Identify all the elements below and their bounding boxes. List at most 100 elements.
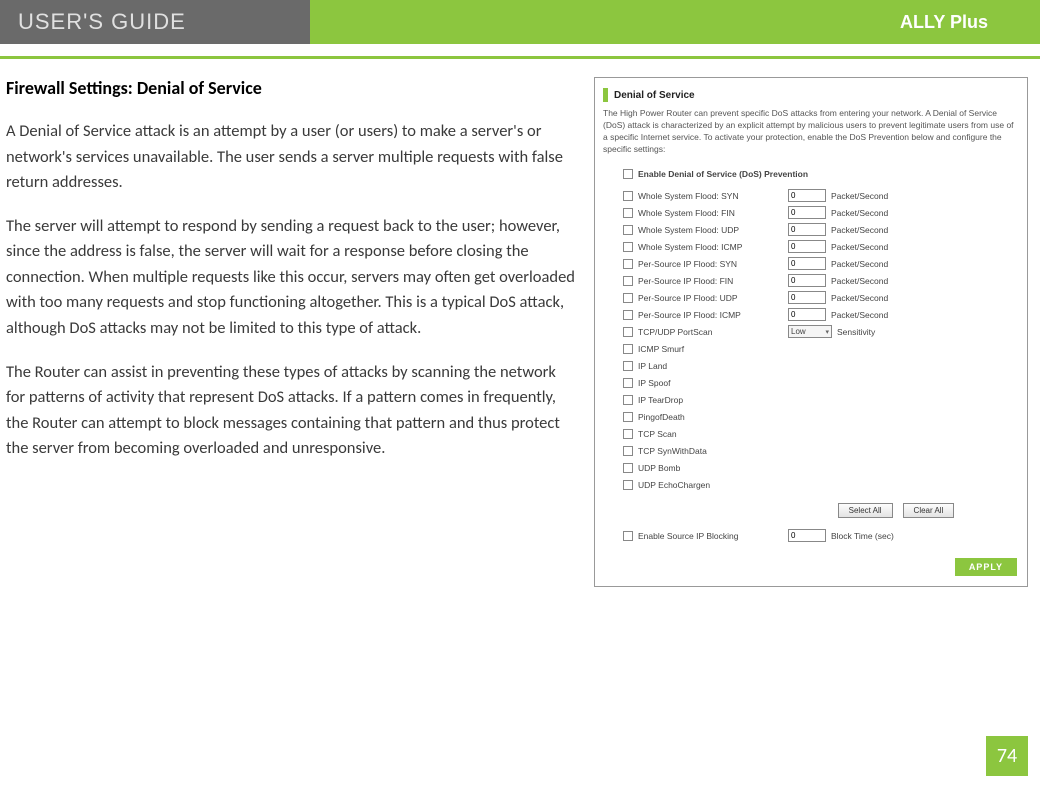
flood-label: Per-Source IP Flood: FIN <box>638 276 788 286</box>
panel-title-bar-icon <box>603 88 608 102</box>
simple-label: IP Land <box>638 361 788 371</box>
flood-row: Per-Source IP Flood: ICMP Packet/Second <box>623 307 1019 323</box>
select-all-button[interactable]: Select All <box>838 503 893 518</box>
simple-label: UDP Bomb <box>638 463 788 473</box>
flood-label: Whole System Flood: UDP <box>638 225 788 235</box>
clear-all-button[interactable]: Clear All <box>903 503 955 518</box>
flood-value[interactable] <box>788 189 826 202</box>
paragraph-2: The server will attempt to respond by se… <box>6 214 576 342</box>
source-ip-value[interactable] <box>788 529 826 542</box>
flood-value[interactable] <box>788 223 826 236</box>
simple-label: TCP Scan <box>638 429 788 439</box>
page-title: Firewall Settings: Denial of Service <box>6 77 576 99</box>
flood-unit: Packet/Second <box>831 191 888 201</box>
paragraph-1: A Denial of Service attack is an attempt… <box>6 119 576 196</box>
panel-title: Denial of Service <box>614 90 695 101</box>
source-ip-checkbox[interactable] <box>623 531 633 541</box>
simple-checkbox[interactable] <box>623 480 633 490</box>
header-spacer <box>310 0 890 44</box>
flood-value[interactable] <box>788 308 826 321</box>
apply-button[interactable]: APPLY <box>955 558 1017 576</box>
simple-label: PingofDeath <box>638 412 788 422</box>
source-ip-label: Enable Source IP Blocking <box>638 531 788 541</box>
simple-checkbox[interactable] <box>623 446 633 456</box>
flood-value[interactable] <box>788 206 826 219</box>
flood-label: Per-Source IP Flood: SYN <box>638 259 788 269</box>
flood-unit: Packet/Second <box>831 225 888 235</box>
flood-unit: Packet/Second <box>831 293 888 303</box>
flood-unit: Packet/Second <box>831 310 888 320</box>
panel-title-row: Denial of Service <box>603 88 1019 102</box>
flood-label: Whole System Flood: ICMP <box>638 242 788 252</box>
product-label: ALLY Plus <box>890 0 1040 44</box>
flood-label: Per-Source IP Flood: ICMP <box>638 310 788 320</box>
simple-label: TCP SynWithData <box>638 446 788 456</box>
flood-checkbox[interactable] <box>623 208 633 218</box>
page-number: 74 <box>986 736 1028 776</box>
panel-description: The High Power Router can prevent specif… <box>603 108 1019 156</box>
simple-row: UDP Bomb <box>623 460 1019 476</box>
simple-checkbox[interactable] <box>623 395 633 405</box>
flood-value[interactable] <box>788 291 826 304</box>
portscan-checkbox[interactable] <box>623 327 633 337</box>
flood-row: Whole System Flood: UDP Packet/Second <box>623 222 1019 238</box>
flood-label: Whole System Flood: FIN <box>638 208 788 218</box>
simple-row: PingofDeath <box>623 409 1019 425</box>
simple-checkbox[interactable] <box>623 429 633 439</box>
enable-dos-label: Enable Denial of Service (DoS) Preventio… <box>638 169 1019 179</box>
source-ip-row: Enable Source IP Blocking Block Time (se… <box>623 528 1019 544</box>
simple-checkbox[interactable] <box>623 412 633 422</box>
portscan-label: TCP/UDP PortScan <box>638 327 788 337</box>
panel-form: Enable Denial of Service (DoS) Preventio… <box>603 166 1019 544</box>
flood-checkbox[interactable] <box>623 225 633 235</box>
flood-checkbox[interactable] <box>623 242 633 252</box>
flood-row: Whole System Flood: SYN Packet/Second <box>623 188 1019 204</box>
button-row: Select All Clear All <box>773 503 1019 518</box>
flood-checkbox[interactable] <box>623 293 633 303</box>
flood-checkbox[interactable] <box>623 191 633 201</box>
simple-checkbox[interactable] <box>623 378 633 388</box>
flood-unit: Packet/Second <box>831 276 888 286</box>
portscan-row: TCP/UDP PortScan Low ▾ Sensitivity <box>623 324 1019 340</box>
flood-row: Per-Source IP Flood: FIN Packet/Second <box>623 273 1019 289</box>
simple-label: IP Spoof <box>638 378 788 388</box>
flood-unit: Packet/Second <box>831 242 888 252</box>
dos-panel: Denial of Service The High Power Router … <box>594 77 1028 587</box>
flood-row: Whole System Flood: FIN Packet/Second <box>623 205 1019 221</box>
content-area: Firewall Settings: Denial of Service A D… <box>0 59 1040 587</box>
simple-label: ICMP Smurf <box>638 344 788 354</box>
simple-label: IP TearDrop <box>638 395 788 405</box>
simple-row: TCP Scan <box>623 426 1019 442</box>
flood-unit: Packet/Second <box>831 259 888 269</box>
flood-label: Per-Source IP Flood: UDP <box>638 293 788 303</box>
flood-value[interactable] <box>788 257 826 270</box>
flood-row: Per-Source IP Flood: UDP Packet/Second <box>623 290 1019 306</box>
simple-checkbox[interactable] <box>623 361 633 371</box>
portscan-select[interactable]: Low ▾ <box>788 325 832 338</box>
flood-value[interactable] <box>788 274 826 287</box>
flood-checkbox[interactable] <box>623 259 633 269</box>
simple-row: IP Land <box>623 358 1019 374</box>
flood-checkbox[interactable] <box>623 310 633 320</box>
simple-row: IP TearDrop <box>623 392 1019 408</box>
flood-unit: Packet/Second <box>831 208 888 218</box>
simple-checkbox[interactable] <box>623 463 633 473</box>
flood-label: Whole System Flood: SYN <box>638 191 788 201</box>
chevron-down-icon: ▾ <box>825 328 829 336</box>
simple-row: TCP SynWithData <box>623 443 1019 459</box>
source-ip-unit: Block Time (sec) <box>831 531 894 541</box>
enable-dos-checkbox[interactable] <box>623 169 633 179</box>
portscan-select-value: Low <box>791 327 806 336</box>
apply-wrap: APPLY <box>955 558 1017 576</box>
simple-checkbox[interactable] <box>623 344 633 354</box>
simple-row: IP Spoof <box>623 375 1019 391</box>
simple-label: UDP EchoChargen <box>638 480 788 490</box>
header-bar: USER'S GUIDE ALLY Plus <box>0 0 1040 44</box>
guide-label: USER'S GUIDE <box>0 0 310 44</box>
simple-row: ICMP Smurf <box>623 341 1019 357</box>
flood-row: Whole System Flood: ICMP Packet/Second <box>623 239 1019 255</box>
enable-dos-row: Enable Denial of Service (DoS) Preventio… <box>623 166 1019 182</box>
flood-checkbox[interactable] <box>623 276 633 286</box>
flood-value[interactable] <box>788 240 826 253</box>
portscan-unit: Sensitivity <box>837 327 875 337</box>
